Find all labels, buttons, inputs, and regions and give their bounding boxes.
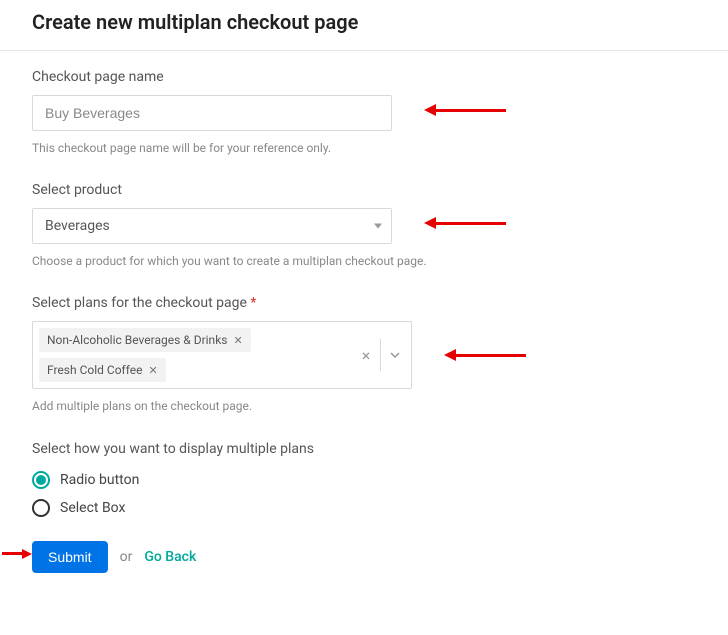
label-product: Select product — [32, 182, 696, 198]
radio-option-radio-button[interactable]: Radio button — [32, 471, 696, 489]
radio-icon — [32, 499, 50, 517]
plans-controls: × — [350, 322, 411, 388]
plan-chip-label: Fresh Cold Coffee — [47, 363, 142, 377]
go-back-link[interactable]: Go Back — [144, 549, 196, 565]
annotation-arrow — [424, 104, 506, 116]
field-name: Checkout page name This checkout page na… — [32, 69, 696, 158]
radio-label: Select Box — [60, 500, 125, 516]
dropdown-toggle[interactable] — [381, 322, 409, 388]
product-select[interactable]: Beverages — [32, 208, 392, 244]
actions-row: Submit or Go Back — [32, 541, 696, 573]
or-text: or — [120, 549, 133, 565]
page-title: Create new multiplan checkout page — [32, 10, 696, 34]
clear-all-icon[interactable]: × — [352, 322, 380, 388]
divider — [0, 50, 728, 51]
plans-multiselect[interactable]: Non-Alcoholic Beverages & Drinks ✕ Fresh… — [32, 321, 412, 389]
hint-product: Choose a product for which you want to c… — [32, 252, 432, 271]
field-display: Select how you want to display multiple … — [32, 441, 696, 517]
hint-plans: Add multiple plans on the checkout page. — [32, 397, 432, 416]
annotation-arrow — [444, 349, 526, 361]
label-plans: Select plans for the checkout page * — [32, 295, 696, 311]
product-select-value: Beverages — [45, 218, 110, 234]
plans-chip-area: Non-Alcoholic Beverages & Drinks ✕ Fresh… — [33, 322, 350, 388]
chevron-down-icon — [389, 349, 401, 361]
annotation-arrow — [424, 217, 506, 229]
hint-name: This checkout page name will be for your… — [32, 139, 432, 158]
plan-chip-label: Non-Alcoholic Beverages & Drinks — [47, 333, 227, 347]
field-product: Select product Beverages Choose a produc… — [32, 182, 696, 271]
radio-icon — [32, 471, 50, 489]
label-display: Select how you want to display multiple … — [32, 441, 696, 457]
annotation-arrow — [2, 549, 32, 559]
remove-chip-icon[interactable]: ✕ — [148, 364, 157, 377]
required-asterisk: * — [250, 295, 256, 311]
remove-chip-icon[interactable]: ✕ — [233, 334, 242, 347]
checkout-name-input[interactable] — [32, 95, 392, 131]
radio-label: Radio button — [60, 472, 139, 488]
plan-chip: Fresh Cold Coffee ✕ — [39, 358, 166, 382]
label-plans-text: Select plans for the checkout page — [32, 295, 247, 311]
label-name: Checkout page name — [32, 69, 696, 85]
submit-button[interactable]: Submit — [32, 541, 108, 573]
radio-option-select-box[interactable]: Select Box — [32, 499, 696, 517]
plan-chip: Non-Alcoholic Beverages & Drinks ✕ — [39, 328, 251, 352]
caret-down-icon — [374, 224, 382, 229]
field-plans: Select plans for the checkout page * Non… — [32, 295, 696, 416]
